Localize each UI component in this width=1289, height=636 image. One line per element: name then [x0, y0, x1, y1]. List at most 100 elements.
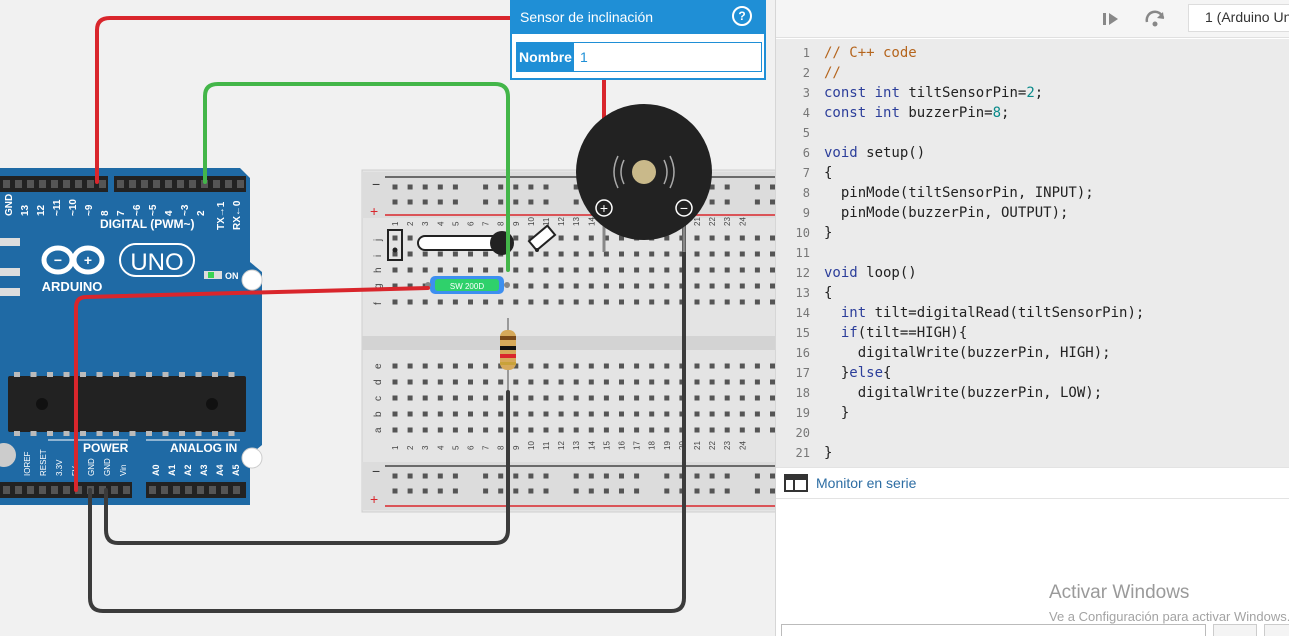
serial-monitor-bar[interactable]: Monitor en serie [776, 467, 1289, 499]
column-number: 2 [406, 221, 415, 226]
column-number: 11 [542, 441, 551, 450]
column-number: 18 [648, 441, 657, 450]
code-text: digitalWrite(buzzerPin, HIGH); [824, 345, 1111, 361]
column-number: 10 [527, 217, 536, 226]
code-line[interactable]: 11 [776, 243, 1289, 263]
code-line[interactable]: 21} [776, 443, 1289, 463]
code-line[interactable]: 17 }else{ [776, 363, 1289, 383]
line-number: 18 [795, 386, 810, 400]
line-number: 12 [795, 266, 810, 280]
column-number: 23 [723, 441, 732, 450]
power-label: POWER [83, 441, 129, 455]
code-line[interactable]: 15 if(tilt==HIGH){ [776, 323, 1289, 343]
popup-title: Sensor de inclinación [520, 9, 654, 25]
code-line[interactable]: 19 } [776, 403, 1289, 423]
code-line[interactable]: 18 digitalWrite(buzzerPin, LOW); [776, 383, 1289, 403]
serial-input[interactable] [781, 624, 1206, 636]
tilt-sensor-label: SW 200D [450, 282, 484, 291]
arduino-uno-board[interactable]: − + ARDUINO UNO ON DIGITAL (PWM~) TX→1 R… [0, 168, 263, 505]
svg-text:−: − [54, 252, 62, 268]
code-line[interactable]: 6 void setup() [776, 143, 1289, 163]
code-line[interactable]: 3 const int tiltSensorPin=2; [776, 83, 1289, 103]
digital-pin-label: ~3 [180, 204, 191, 216]
line-number: 10 [795, 226, 810, 240]
column-number: 15 [602, 441, 611, 450]
line-number: 21 [795, 446, 810, 460]
serial-output [776, 499, 1289, 603]
serial-clear-button[interactable] [1264, 624, 1289, 636]
rx-label: RX←0 [232, 200, 243, 230]
column-number: 2 [406, 445, 415, 450]
code-line[interactable]: 16 digitalWrite(buzzerPin, HIGH); [776, 343, 1289, 363]
code-line[interactable]: 4 const int buzzerPin=8; [776, 103, 1289, 123]
code-text: pinMode(tiltSensorPin, INPUT); [824, 185, 1094, 201]
step-icon[interactable] [1098, 6, 1124, 32]
analog-pin-label: A5 [231, 464, 241, 476]
help-icon[interactable]: ? [732, 6, 752, 26]
column-number: 3 [421, 221, 430, 226]
line-number: 11 [795, 246, 810, 260]
column-number: 6 [467, 221, 476, 226]
serial-send-button[interactable] [1213, 624, 1257, 636]
line-number: 15 [795, 326, 810, 340]
code-line[interactable]: 12 void loop() [776, 263, 1289, 283]
code-text: // C++ code [824, 45, 917, 61]
device-select[interactable]: 1 (Arduino Uno R3) [1188, 4, 1289, 32]
code-line[interactable]: 10} [776, 223, 1289, 243]
tilt-sensor[interactable]: SW 200D [425, 276, 510, 294]
rail-plus-bottom: + [370, 491, 378, 507]
column-number: 14 [587, 441, 596, 450]
code-line[interactable]: 5 [776, 123, 1289, 143]
digital-pin-label: GND [4, 194, 15, 216]
on-led-label: ON [225, 271, 239, 281]
name-label: Nombre [517, 43, 574, 71]
row-label: j [373, 239, 384, 242]
code-text: }else{ [824, 365, 892, 381]
column-number: 19 [663, 441, 672, 450]
column-number: 21 [693, 217, 702, 226]
digital-pin-label: ~6 [132, 204, 143, 216]
row-label: d [373, 379, 384, 385]
code-line[interactable]: 14 int tilt=digitalRead(tiltSensorPin); [776, 303, 1289, 323]
code-line[interactable]: 1 // C++ code [776, 43, 1289, 63]
line-number: 1 [802, 46, 810, 60]
name-input[interactable] [574, 43, 761, 71]
code-editor[interactable]: 1 // C++ code 2 // 3 const int tiltSensorPin=… [776, 39, 1289, 467]
restart-icon[interactable] [1142, 6, 1168, 32]
code-text: void loop() [824, 265, 917, 281]
digital-pin-label: 12 [36, 204, 47, 216]
digital-pin-label: 2 [196, 210, 207, 216]
column-number: 12 [557, 217, 566, 226]
popup-header: Sensor de inclinación ? [512, 0, 764, 34]
code-toolbar: 1 (Arduino Uno R3) [776, 0, 1289, 38]
code-text: // [824, 65, 841, 81]
code-line[interactable]: 7{ [776, 163, 1289, 183]
code-text: { [824, 165, 833, 181]
row-label: f [373, 302, 384, 305]
code-line[interactable]: 13 { [776, 283, 1289, 303]
code-text: if(tilt==HIGH){ [840, 325, 968, 341]
row-label: c [373, 396, 384, 401]
svg-text:+: + [84, 252, 92, 268]
line-number: 14 [795, 306, 810, 320]
line-number: 2 [802, 66, 810, 80]
digital-pin-label: 4 [164, 210, 175, 216]
code-text: void setup() [824, 145, 926, 161]
code-text: const int buzzerPin=8; [824, 105, 1010, 121]
circuit-canvas[interactable]: − + − + j i h g f e d c b a 1 1 2 2 3 3 4 4 5 5 6 6 7 7 8 8 9 9 10 10 11 11… [0, 0, 775, 636]
row-label: b [373, 411, 384, 417]
code-line[interactable]: 9 pinMode(buzzerPin, OUTPUT); [776, 203, 1289, 223]
row-label: i [373, 255, 384, 257]
column-number: 5 [451, 445, 460, 450]
code-line[interactable]: 8 pinMode(tiltSensorPin, INPUT); [776, 183, 1289, 203]
buzzer-plus: + [600, 200, 608, 216]
code-text: pinMode(buzzerPin, OUTPUT); [824, 205, 1069, 221]
rail-plus-top: + [370, 203, 378, 219]
code-line[interactable]: 2 // [776, 63, 1289, 83]
column-number: 24 [738, 217, 747, 226]
serial-monitor-label[interactable]: Monitor en serie [816, 475, 916, 491]
code-line[interactable]: 20 [776, 423, 1289, 443]
breadboard[interactable]: −+−+jihgfedcba11223344556677889910101111… [361, 169, 775, 513]
